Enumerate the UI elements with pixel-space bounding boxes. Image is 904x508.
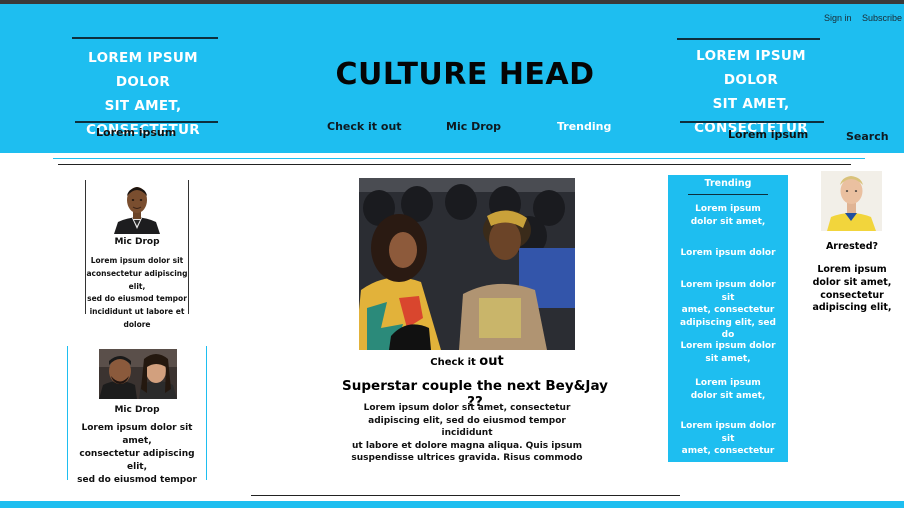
trending-item-line: Lorem ipsum dolor xyxy=(680,341,776,351)
trending-item-line: amet, consectetur xyxy=(681,446,775,456)
site-header: Sign in Subscribe LOREM IPSUM DOLOR SIT … xyxy=(0,4,904,153)
mic-drop-card-1[interactable]: Mic Drop Lorem ipsum dolor sit aconsecte… xyxy=(85,180,189,329)
side-story-line: dolor sit amet, xyxy=(812,276,892,288)
card-body: Lorem ipsum dolor sit amet, consectetur … xyxy=(68,422,206,487)
nav-check-it-out[interactable]: Check it out xyxy=(327,120,402,133)
featured-caption-big: out xyxy=(479,354,504,369)
nav-trending[interactable]: Trending xyxy=(557,120,611,133)
signin-link[interactable]: Sign in xyxy=(824,13,852,23)
left-promo-bottom-rule xyxy=(75,121,218,123)
card-body-line: incididunt ut labore et dolore xyxy=(89,307,185,329)
card-title: Mic Drop xyxy=(114,405,160,415)
side-story-body: Lorem ipsum dolor sit amet, consectetur … xyxy=(812,264,892,315)
story-line: Lorem ipsum dolor sit amet, consectetur xyxy=(363,403,571,413)
trending-item[interactable]: Lorem ipsum dolor xyxy=(674,247,782,260)
card-body-line: consectetur adipiscing elit, xyxy=(79,449,195,472)
mic-drop-card-2[interactable]: Mic Drop Lorem ipsum dolor sit amet, con… xyxy=(67,346,207,485)
card-body-line: sed do eiusmod tempor xyxy=(87,294,187,304)
left-promo-line: SIT AMET, xyxy=(104,98,182,114)
featured-caption-small: Check it xyxy=(430,357,476,368)
trending-item[interactable]: Lorem ipsum dolor sit amet, xyxy=(674,203,782,228)
side-story-line: Lorem ipsum xyxy=(817,264,887,275)
footer-bar xyxy=(0,501,904,508)
right-promo-top-rule xyxy=(677,38,820,40)
story-line: ut labore et dolore magna aliqua. Quis i… xyxy=(352,440,582,451)
section-rule-bottom xyxy=(58,164,851,165)
card-body-line: Lorem ipsum dolor sit xyxy=(90,256,184,265)
trending-item-line: dolor sit amet, xyxy=(690,390,766,401)
trending-item[interactable]: Lorem ipsum dolor sit amet, consectetur … xyxy=(674,279,782,342)
card-body: Lorem ipsum dolor sit aconsectetur adipi… xyxy=(86,255,188,332)
right-promo-line: SIT AMET, xyxy=(712,96,790,112)
footer-rule xyxy=(251,495,680,496)
trending-item-line: Lorem ipsum dolor xyxy=(680,248,776,258)
trending-item-line: Lorem ipsum xyxy=(695,204,761,214)
side-story-line: adipiscing elit, xyxy=(812,302,892,314)
story-line: adipiscing elit, sed do eiusmod tempor i… xyxy=(368,415,566,439)
featured-caption: Check it out xyxy=(360,354,574,369)
trending-item-line: Lorem ipsum dolor sit xyxy=(680,280,776,303)
trending-item-line: dolor sit amet, xyxy=(690,216,766,227)
trending-item[interactable]: Lorem ipsum dolor sit amet, xyxy=(674,340,782,365)
side-story-line: consectetur xyxy=(820,289,884,301)
couple-courtside-photo[interactable] xyxy=(359,178,575,350)
trending-rule xyxy=(688,194,768,195)
card-body-line: Lorem ipsum dolor sit amet, xyxy=(81,423,193,446)
trending-title: Trending xyxy=(704,178,752,189)
left-promo-top-rule xyxy=(72,37,218,39)
right-promo-line: LOREM IPSUM DOLOR xyxy=(696,48,806,88)
left-promo-line: LOREM IPSUM DOLOR xyxy=(88,50,198,90)
card-body-line: aconsectetur adipiscing elit, xyxy=(86,268,188,291)
trending-item-line: adipiscing elit, sed do xyxy=(680,317,776,341)
site-title[interactable]: CULTURE HEAD xyxy=(330,57,600,92)
subscribe-link[interactable]: Subscribe xyxy=(862,13,902,23)
trending-item-line: amet, consectetur xyxy=(681,305,775,315)
card-title: Mic Drop xyxy=(114,237,160,247)
left-promo-sub: Lorem ipsum xyxy=(96,126,177,139)
trending-item-line: sit amet, xyxy=(705,353,751,364)
story-line: suspendisse ultrices gravida. Risus comm… xyxy=(351,453,583,463)
trending-item[interactable]: Lorem ipsum dolor sit amet, xyxy=(674,377,782,402)
right-promo[interactable]: LOREM IPSUM DOLOR SIT AMET, CONSECTETUR xyxy=(674,44,828,140)
right-promo-bottom-rule xyxy=(680,121,824,123)
portrait-man-photo xyxy=(110,182,164,234)
featured-story: Lorem ipsum dolor sit amet, consectetur … xyxy=(343,402,591,465)
trending-panel: Trending Lorem ipsum dolor sit amet, Lor… xyxy=(668,175,788,462)
side-story-title[interactable]: Arrested? xyxy=(816,241,888,252)
right-promo-sub: Lorem ipsum xyxy=(728,128,809,141)
trending-item[interactable]: Lorem ipsum dolor sit amet, consectetur xyxy=(674,420,782,458)
search-link[interactable]: Search xyxy=(846,130,889,143)
player-headshot-photo[interactable] xyxy=(821,171,882,231)
nav-mic-drop[interactable]: Mic Drop xyxy=(446,120,501,133)
trending-item-line: Lorem ipsum xyxy=(695,378,761,388)
section-rule-top xyxy=(53,158,865,159)
couple-selfie-photo xyxy=(99,349,177,399)
card-body-line: sed do eiusmod tempor xyxy=(77,475,197,485)
trending-item-line: Lorem ipsum dolor sit xyxy=(680,421,776,444)
